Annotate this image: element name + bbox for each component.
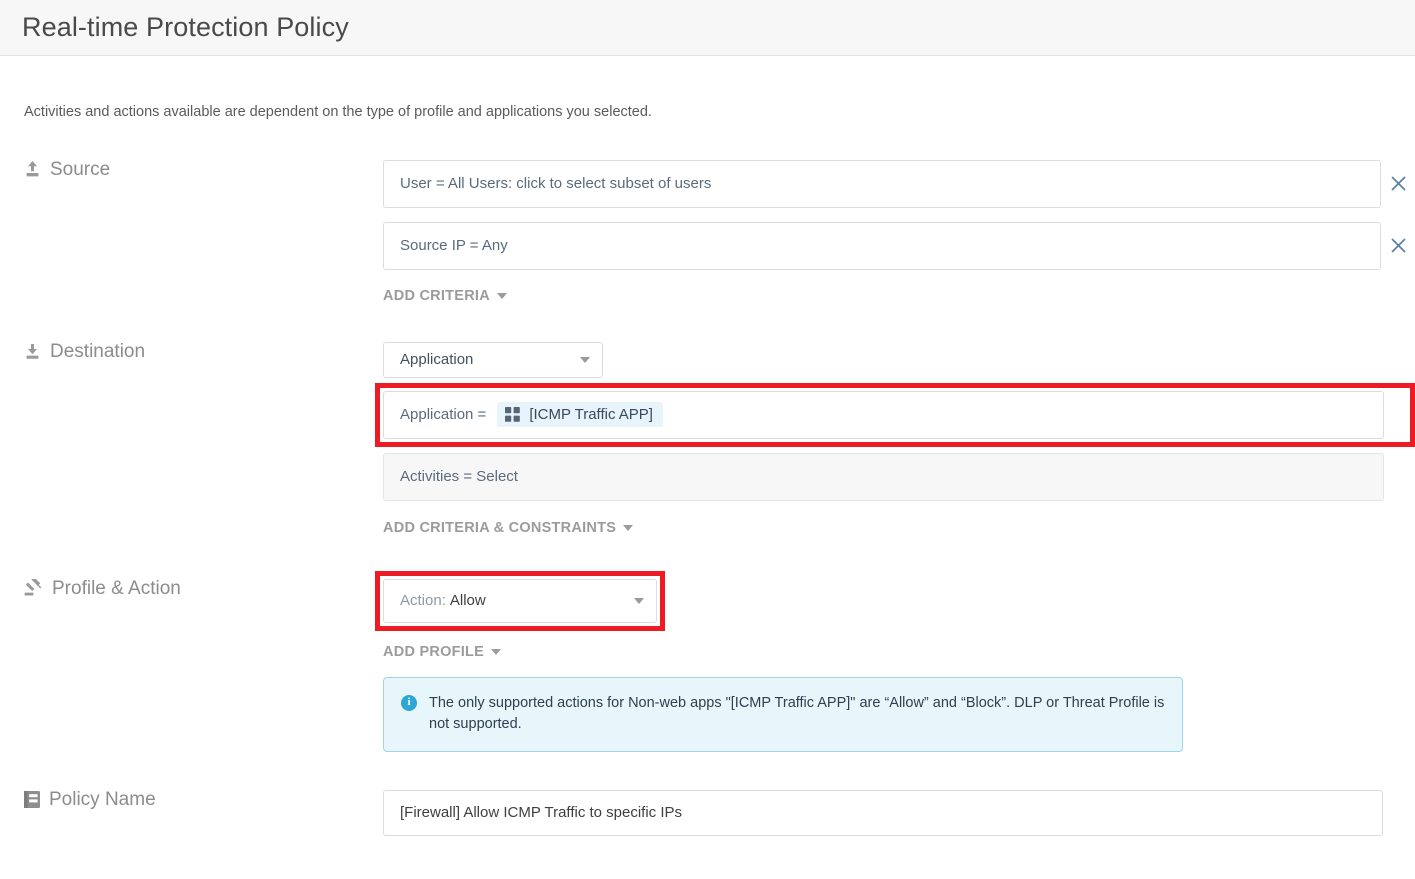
section-profile-action: Profile & Action Action: Allow ADD PROFIL… [0, 570, 1415, 752]
add-profile-button[interactable]: ADD PROFILE [383, 643, 502, 660]
destination-label: Destination [0, 342, 383, 361]
chevron-down-icon [634, 597, 644, 604]
section-source: Source User = All Users: click to select… [0, 159, 1415, 305]
profile-action-fields: Action: Allow ADD PROFILE i The only supp… [375, 570, 1415, 752]
remove-source-ip-button[interactable] [1381, 222, 1415, 270]
add-criteria-constraints-button[interactable]: ADD CRITERIA & CONSTRAINTS [383, 519, 634, 536]
destination-application-row[interactable]: Application = [ICMP Traffic APP] [383, 390, 1384, 439]
info-icon: i [401, 694, 417, 711]
section-policy-name: Policy Name [0, 789, 1415, 836]
destination-activities-row[interactable]: Activities = Select [383, 452, 1384, 501]
destination-application-prefix: Application = [400, 406, 487, 424]
chevron-down-icon [623, 525, 634, 532]
source-criterion-row-2: Source IP = Any [383, 221, 1415, 270]
destination-type-select[interactable]: Application [383, 341, 603, 378]
action-info-text: The only supported actions for Non-web a… [429, 694, 1165, 732]
source-label: Source [0, 160, 383, 179]
close-icon [1390, 176, 1406, 191]
intro-text: Activities and actions available are dep… [24, 104, 652, 120]
remove-source-user-button[interactable] [1381, 160, 1415, 208]
add-criteria-constraints-label: ADD CRITERIA & CONSTRAINTS [383, 519, 617, 536]
destination-activities-text: Activities = Select [400, 468, 518, 486]
policy-form: Activities and actions available are dep… [0, 56, 1415, 836]
chevron-down-icon [580, 356, 590, 363]
action-select-value: Allow [449, 592, 486, 610]
application-chip[interactable]: [ICMP Traffic APP] [497, 402, 663, 428]
policy-name-label: Policy Name [0, 790, 383, 809]
chevron-down-icon [496, 293, 507, 300]
action-info-banner: i The only supported actions for Non-web… [383, 676, 1183, 752]
destination-type-value: Application [400, 351, 474, 369]
policy-name-input[interactable] [383, 789, 1383, 836]
profile-action-label: Profile & Action [0, 577, 383, 599]
chevron-down-icon [491, 649, 502, 656]
add-profile-label: ADD PROFILE [383, 643, 485, 660]
add-criteria-label: ADD CRITERIA [383, 287, 490, 304]
source-criterion-row-1: User = All Users: click to select subset… [383, 159, 1415, 208]
policy-name-fields [383, 789, 1415, 836]
document-icon [24, 790, 40, 808]
upload-icon [24, 160, 41, 178]
source-user-criterion-text: User = All Users: click to select subset… [400, 175, 712, 193]
page-title: Real-time Protection Policy [22, 12, 349, 42]
profile-action-label-text: Profile & Action [52, 577, 181, 599]
destination-fields: Application Application = [ICMP Traffic … [375, 341, 1415, 537]
source-ip-criterion-text: Source IP = Any [400, 237, 508, 255]
source-label-text: Source [50, 158, 111, 180]
app-grid-icon [505, 407, 521, 423]
page-header: Real-time Protection Policy [0, 0, 1415, 56]
source-ip-criterion[interactable]: Source IP = Any [383, 221, 1381, 270]
action-select-prefix: Action: [400, 592, 446, 610]
source-user-criterion[interactable]: User = All Users: click to select subset… [383, 159, 1381, 208]
application-chip-label: [ICMP Traffic APP] [529, 406, 653, 424]
close-icon [1390, 238, 1406, 253]
source-fields: User = All Users: click to select subset… [383, 159, 1415, 305]
section-destination: Destination Application Application = [I… [0, 341, 1415, 537]
action-select[interactable]: Action: Allow [383, 578, 657, 623]
destination-label-text: Destination [50, 340, 146, 362]
action-select-wrapper: Action: Allow [375, 570, 665, 631]
policy-name-label-text: Policy Name [49, 788, 156, 810]
destination-application-wrapper: Application = [ICMP Traffic APP] [375, 382, 1415, 447]
download-icon [24, 342, 41, 360]
add-criteria-button[interactable]: ADD CRITERIA [383, 289, 507, 304]
gavel-icon [24, 578, 43, 598]
